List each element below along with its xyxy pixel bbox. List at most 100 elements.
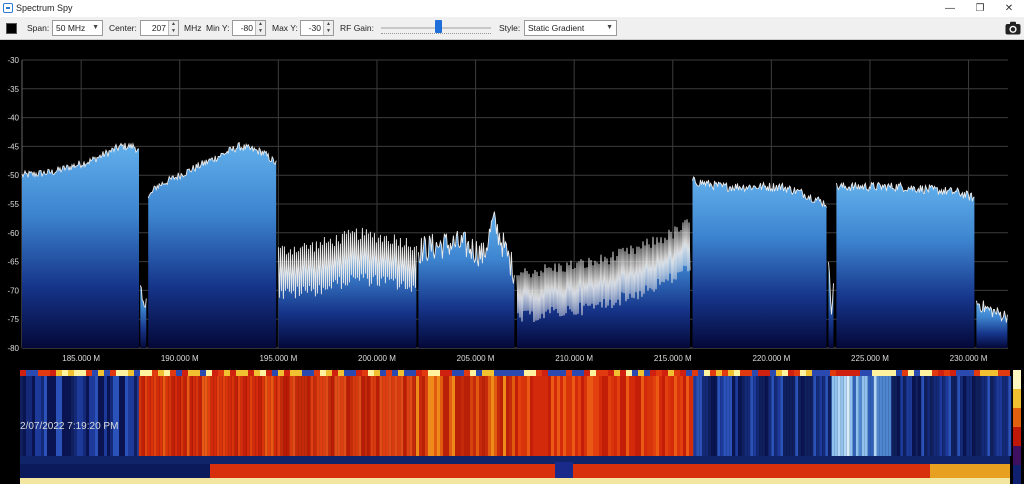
waterfall-column (740, 370, 746, 376)
waterfall-column (29, 376, 32, 456)
waterfall-column (320, 370, 326, 376)
waterfall-column (101, 376, 104, 456)
camera-icon[interactable] (1005, 21, 1021, 35)
waterfall-column (270, 376, 274, 456)
waterfall-column (909, 376, 913, 456)
spinner-arrows-icon[interactable]: ▲ ▼ (323, 21, 333, 35)
waterfall-column (443, 376, 446, 456)
waterfall-column (860, 370, 866, 376)
span-value: 50 MHz (56, 23, 86, 33)
waterfall-column (620, 376, 623, 456)
waterfall-column (89, 376, 92, 456)
waterfall-column (894, 376, 898, 456)
waterfall-column (458, 370, 464, 376)
waterfall-column (222, 376, 226, 456)
waterfall-column (536, 376, 539, 456)
waterfall-column (912, 376, 916, 456)
waterfall-column (807, 376, 811, 456)
waterfall-column (258, 376, 262, 456)
y-tick-label: -60 (7, 229, 19, 238)
waterfall-column (476, 370, 482, 376)
waterfall-column (792, 376, 796, 456)
waterfall-column (62, 376, 65, 456)
waterfall-column (153, 376, 157, 456)
waterfall-column (683, 376, 686, 456)
waterfall-column (717, 376, 721, 456)
waterfall-column (249, 376, 253, 456)
waterfall-column (488, 370, 494, 376)
color-swatch[interactable] (6, 23, 17, 34)
x-tick-label: 200.000 M (358, 354, 396, 363)
waterfall-column (338, 370, 344, 376)
toolbar: Span: 50 MHz ▼ Center: 207 ▲ ▼ MHz Min Y:… (0, 17, 1024, 40)
waterfall-column (385, 376, 389, 456)
waterfall-column (186, 376, 190, 456)
waterfall-column (350, 370, 356, 376)
span-select[interactable]: 50 MHz ▼ (52, 20, 103, 36)
spectrum-fill (22, 142, 1008, 348)
waterfall-column (234, 376, 238, 456)
spectrum-chart[interactable]: -30 -35 -40 -45 -50 -55 -60 -65 -70 -75 -80 185.00… (0, 40, 1024, 370)
waterfall-column (409, 376, 413, 456)
waterfall-column (183, 376, 187, 456)
waterfall-column (86, 370, 92, 376)
waterfall-column (819, 376, 823, 456)
restore-button[interactable]: ❐ (965, 0, 995, 17)
waterfall-column (337, 376, 341, 456)
rf-gain-slider-thumb[interactable] (435, 20, 443, 33)
spinner-arrows-icon[interactable]: ▲ ▼ (168, 21, 178, 35)
waterfall-column (1005, 376, 1009, 456)
waterfall-column (804, 376, 808, 456)
minimize-button[interactable]: — (935, 0, 965, 17)
waterfall-column (915, 376, 919, 456)
waterfall-column (644, 370, 650, 376)
waterfall-column (298, 376, 302, 456)
waterfall-column (455, 376, 458, 456)
spinner-arrows-icon[interactable]: ▲ ▼ (255, 21, 265, 35)
waterfall-column (50, 376, 53, 456)
waterfall-column (158, 370, 164, 376)
waterfall-column (945, 376, 949, 456)
waterfall-column (927, 376, 931, 456)
waterfall-column (626, 370, 632, 376)
waterfall-display[interactable] (0, 370, 1024, 484)
x-tick-label: 230.000 M (950, 354, 988, 363)
waterfall-column (128, 370, 134, 376)
waterfall-column (572, 370, 578, 376)
waterfall-column (225, 376, 229, 456)
waterfall-column (771, 376, 775, 456)
waterfall-column (884, 370, 890, 376)
waterfall-column (242, 370, 248, 376)
waterfall-column (176, 370, 182, 376)
spectrum-segment-fill (976, 300, 1008, 348)
waterfall-column (370, 376, 374, 456)
maxy-input[interactable]: -30 ▲ ▼ (300, 20, 334, 36)
close-button[interactable]: ✕ (994, 0, 1024, 17)
waterfall-column (210, 376, 214, 456)
waterfall-column (255, 376, 259, 456)
style-select[interactable]: Static Gradient ▼ (524, 20, 617, 36)
waterfall-column (978, 376, 982, 456)
waterfall-timestamp: 2/07/2022 7:19:20 PM (20, 421, 119, 432)
waterfall-column (216, 376, 220, 456)
waterfall-column (261, 376, 265, 456)
center-input[interactable]: 207 ▲ ▼ (140, 20, 179, 36)
waterfall-column (313, 376, 317, 456)
waterfall-column (548, 376, 551, 456)
miny-input[interactable]: -80 ▲ ▼ (232, 20, 266, 36)
waterfall-column (446, 376, 449, 456)
waterfall-column (726, 376, 730, 456)
waterfall-column (560, 370, 566, 376)
waterfall-column (963, 376, 967, 456)
waterfall-column (882, 376, 886, 456)
waterfall-column (584, 370, 590, 376)
waterfall-column (150, 376, 154, 456)
waterfall-column (623, 376, 626, 456)
waterfall-column (1004, 370, 1010, 376)
waterfall-column (32, 376, 35, 456)
waterfall-column (434, 376, 437, 456)
waterfall-column (939, 376, 943, 456)
waterfall-column (273, 376, 277, 456)
waterfall-column (590, 376, 593, 456)
waterfall-column (290, 370, 296, 376)
